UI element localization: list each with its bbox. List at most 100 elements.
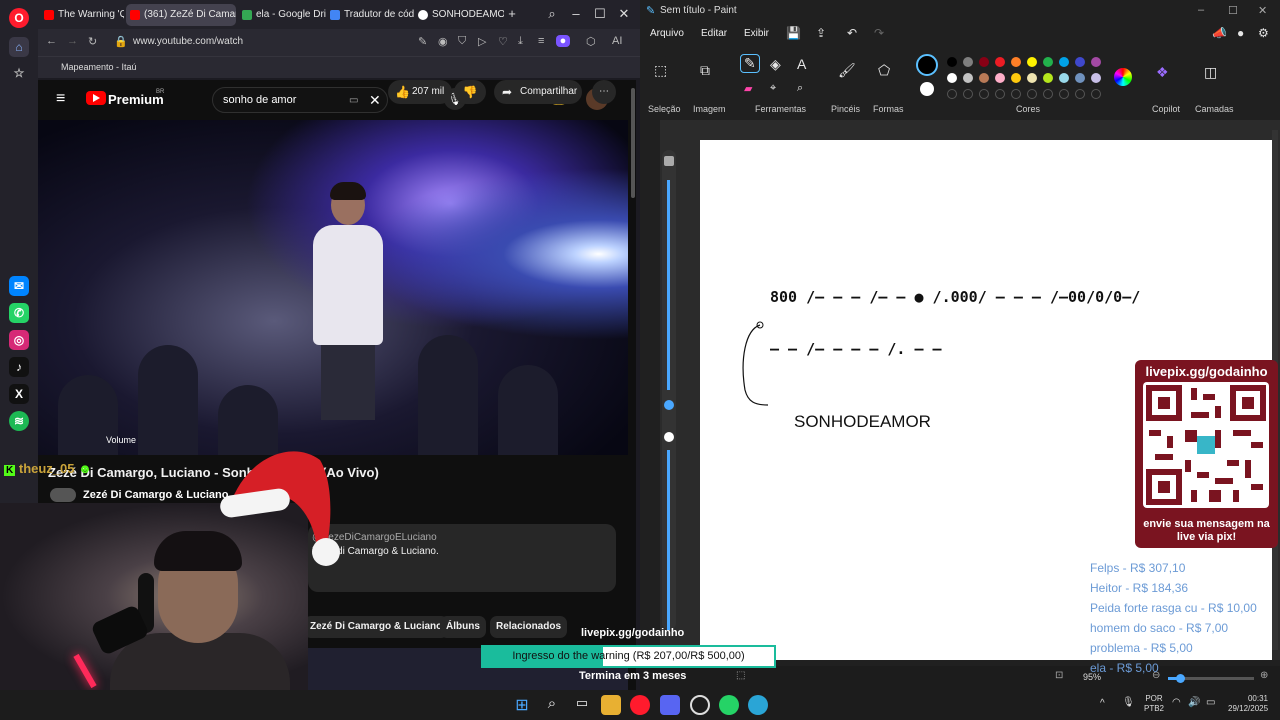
- menu-icon[interactable]: ≡: [538, 35, 544, 47]
- aria-ai-button[interactable]: AI: [612, 35, 622, 47]
- minimize-icon[interactable]: –: [568, 6, 584, 21]
- fit-icon[interactable]: ⊡: [1055, 670, 1063, 681]
- layers-icon[interactable]: ◫: [1204, 64, 1217, 81]
- menu-arquivo[interactable]: Arquivo: [650, 28, 684, 39]
- tray-chevron-icon[interactable]: ^: [1100, 698, 1105, 709]
- chip-channel[interactable]: Zezé Di Camargo & Luciano: [304, 616, 449, 638]
- palette-color-swatch[interactable]: [995, 73, 1005, 83]
- brush-size-slider[interactable]: [662, 150, 676, 630]
- menu-exibir[interactable]: Exibir: [744, 28, 769, 39]
- save-icon[interactable]: 💾: [786, 26, 801, 40]
- paint-minimize-icon[interactable]: –: [1198, 4, 1204, 16]
- edit-colors-icon[interactable]: [1114, 68, 1132, 86]
- tab-zeze-di-camargo[interactable]: (361) ZeZé Di Camargo: [126, 4, 236, 26]
- account-icon[interactable]: ●: [1237, 26, 1244, 40]
- battery-icon[interactable]: ▭: [1206, 697, 1215, 708]
- volume-icon[interactable]: 🔊: [1188, 697, 1200, 708]
- bookmark-itau[interactable]: Mapeamento - Itaú: [61, 62, 137, 72]
- new-tab-icon[interactable]: +: [504, 6, 520, 21]
- color-picker-icon[interactable]: ⌖: [770, 82, 776, 95]
- palette-color-swatch[interactable]: [963, 57, 973, 67]
- palette-color-swatch[interactable]: [1059, 57, 1069, 67]
- palette-color-swatch[interactable]: [1091, 57, 1101, 67]
- x-twitter-icon[interactable]: X: [9, 384, 29, 404]
- profile-icon[interactable]: ●: [556, 35, 570, 47]
- channel-name[interactable]: Zezé Di Camargo & Luciano: [83, 489, 228, 501]
- chip-albums[interactable]: Álbuns: [440, 616, 486, 638]
- task-view-icon[interactable]: ▭: [572, 695, 592, 715]
- palette-color-swatch[interactable]: [1043, 57, 1053, 67]
- palette-color-swatch[interactable]: [1011, 57, 1021, 67]
- download-icon[interactable]: ⤓: [518, 35, 523, 48]
- file-explorer-icon[interactable]: [601, 695, 621, 715]
- palette-color-swatch[interactable]: [1091, 73, 1101, 83]
- share-button[interactable]: ➦ Compartilhar: [494, 80, 582, 104]
- home-icon[interactable]: ⌂: [9, 37, 29, 57]
- camera-icon[interactable]: ◉: [438, 35, 448, 48]
- close-icon[interactable]: ✕: [616, 6, 632, 22]
- palette-color-swatch[interactable]: [1027, 73, 1037, 83]
- chip-related[interactable]: Relacionados: [490, 616, 568, 638]
- like-button[interactable]: 👍 207 mil: [388, 80, 452, 104]
- search-input[interactable]: sonho de amor ▭ ✕: [212, 87, 388, 113]
- zoom-in-icon[interactable]: ⊕: [1260, 670, 1268, 681]
- shield-icon[interactable]: ⛉: [458, 35, 466, 48]
- obs-icon[interactable]: [690, 695, 710, 715]
- shapes-icon[interactable]: ⬠: [878, 62, 890, 79]
- tiktok-icon[interactable]: ♪: [9, 357, 29, 377]
- maximize-icon[interactable]: ☐: [592, 6, 608, 22]
- empty-custom-color-slot[interactable]: [1075, 89, 1085, 99]
- tab-the-warning[interactable]: The Warning 'Queen: [40, 4, 124, 26]
- fill-icon[interactable]: ◈: [770, 56, 781, 73]
- palette-color-swatch[interactable]: [995, 57, 1005, 67]
- text-icon[interactable]: A: [797, 56, 806, 72]
- player-icon[interactable]: ▷: [478, 35, 486, 48]
- url-field[interactable]: www.youtube.com/watch: [133, 36, 243, 47]
- paint-taskbar-icon[interactable]: [748, 695, 768, 715]
- paint-close-icon[interactable]: ✕: [1258, 4, 1267, 17]
- empty-custom-color-slot[interactable]: [1059, 89, 1069, 99]
- feedback-icon[interactable]: 📣: [1212, 26, 1227, 40]
- input-language[interactable]: POR PTB2: [1144, 694, 1164, 714]
- hamburger-icon[interactable]: ≡: [56, 90, 65, 108]
- paint-maximize-icon[interactable]: ☐: [1228, 4, 1238, 17]
- dislike-button[interactable]: 👎: [454, 80, 486, 104]
- tab-google-drive[interactable]: ela - Google Drive: [238, 4, 326, 26]
- reload-icon[interactable]: ↻: [88, 35, 97, 48]
- image-icon[interactable]: ⧉: [700, 62, 710, 79]
- opera-taskbar-icon[interactable]: [630, 695, 650, 715]
- channel-avatar[interactable]: [50, 488, 76, 502]
- forward-icon[interactable]: →: [67, 35, 78, 47]
- palette-color-swatch[interactable]: [979, 73, 989, 83]
- tab-search-icon[interactable]: ⌕: [544, 6, 560, 22]
- palette-color-swatch[interactable]: [1027, 57, 1037, 67]
- speed-dial-icon[interactable]: ☆: [9, 63, 29, 83]
- tab-sonhodeamor[interactable]: SONHODEAMOR: [414, 4, 504, 26]
- whatsapp-icon[interactable]: ✆: [9, 303, 29, 323]
- palette-color-swatch[interactable]: [979, 57, 989, 67]
- keyboard-icon[interactable]: ▭: [349, 95, 358, 106]
- brush-icon[interactable]: 🖌: [838, 62, 856, 79]
- start-icon[interactable]: ⊞: [512, 695, 532, 715]
- empty-custom-color-slot[interactable]: [1043, 89, 1053, 99]
- video-player[interactable]: Volume: [38, 120, 628, 455]
- palette-color-swatch[interactable]: [1043, 73, 1053, 83]
- palette-color-swatch[interactable]: [963, 73, 973, 83]
- heart-icon[interactable]: ♡: [498, 35, 508, 48]
- palette-color-swatch[interactable]: [1059, 73, 1069, 83]
- pencil-icon[interactable]: ✎: [740, 54, 760, 73]
- tab-tradutor[interactable]: Tradutor de código: [326, 4, 414, 26]
- palette-color-swatch[interactable]: [1075, 57, 1085, 67]
- slider-thumb[interactable]: [664, 400, 674, 410]
- more-actions-button[interactable]: ⋯: [592, 80, 616, 104]
- palette-color-swatch[interactable]: [947, 73, 957, 83]
- empty-custom-color-slot[interactable]: [963, 89, 973, 99]
- empty-custom-color-slot[interactable]: [979, 89, 989, 99]
- description-box[interactable]: @ZezeDiCamargoELuciano Zezé di Camargo &…: [308, 524, 616, 592]
- eraser-icon[interactable]: ▰: [744, 82, 752, 95]
- clear-search-icon[interactable]: ✕: [369, 92, 381, 109]
- back-icon[interactable]: ←: [46, 35, 57, 47]
- selection-icon[interactable]: ⬚: [654, 62, 667, 79]
- page-scrollbar[interactable]: [631, 88, 635, 198]
- youtube-logo-icon[interactable]: [86, 91, 106, 105]
